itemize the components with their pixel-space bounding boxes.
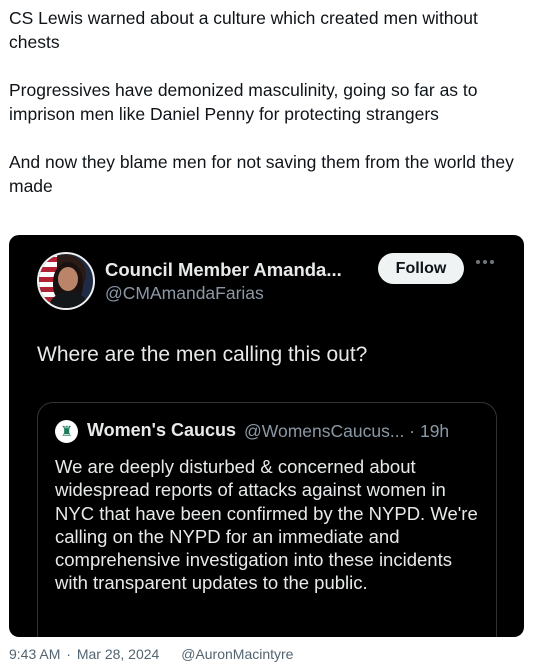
tweet-time[interactable]: 9:43 AM xyxy=(9,646,60,662)
quoted-tweet[interactable]: ♜ Women's Caucus @WomensCaucus... · 19h … xyxy=(37,402,497,637)
quoted-author-name[interactable]: Women's Caucus xyxy=(87,420,236,441)
avatar-body xyxy=(49,292,89,308)
tweet-metadata: 9:43 AM · Mar 28, 2024 @AuronMacintyre xyxy=(9,646,293,662)
avatar[interactable] xyxy=(37,252,95,310)
avatar-face xyxy=(58,267,78,291)
author-name[interactable]: Council Member Amanda... xyxy=(105,259,342,281)
quoted-author-handle[interactable]: @WomensCaucus... · 19h xyxy=(244,421,449,442)
tweet-paragraph: CS Lewis warned about a culture which cr… xyxy=(9,8,478,52)
more-horizontal-icon[interactable] xyxy=(476,257,498,267)
embedded-tweet-image[interactable]: Council Member Amanda... @CMAmandaFarias… xyxy=(9,235,524,637)
separator: · xyxy=(66,646,71,662)
author-handle[interactable]: @CMAmandaFarias xyxy=(105,283,264,304)
embedded-tweet-text: Where are the men calling this out? xyxy=(37,343,368,366)
follow-button[interactable]: Follow xyxy=(378,253,464,284)
quoted-tweet-text: We are deeply disturbed & concerned abou… xyxy=(55,456,478,594)
tweet-paragraph: And now they blame men for not saving th… xyxy=(9,152,514,196)
statue-of-liberty-icon: ♜ xyxy=(55,420,78,443)
tweet-paragraph: Progressives have demonized masculinity,… xyxy=(9,80,478,124)
tweet-text: CS Lewis warned about a culture which cr… xyxy=(9,6,525,198)
tweet-date[interactable]: Mar 28, 2024 xyxy=(77,646,160,662)
tweet-author-handle[interactable]: @AuronMacintyre xyxy=(181,646,293,662)
